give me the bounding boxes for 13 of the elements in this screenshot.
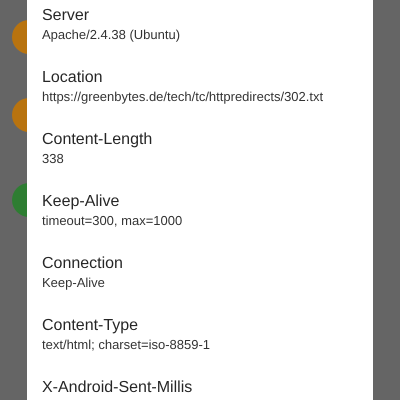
header-value: Apache/2.4.38 (Ubuntu) <box>42 26 182 44</box>
header-name: Server <box>42 6 90 26</box>
header-name: Content-Length <box>42 130 154 150</box>
header-value: Keep-Alive <box>42 274 106 292</box>
header-name: Connection <box>42 254 124 274</box>
header-value: timeout=300, max=1000 <box>42 212 184 230</box>
header-value: 338 <box>42 150 65 168</box>
header-value: https://greenbytes.de/tech/tc/httpredirects/302.txt <box>42 88 324 106</box>
header-name: Location <box>42 68 104 88</box>
header-value: text/html; charset=iso-8859-1 <box>42 336 211 354</box>
header-name: Content-Type <box>42 316 140 336</box>
header-name: Keep-Alive <box>42 192 120 212</box>
header-name: X-Android-Sent-Millis <box>42 378 194 398</box>
